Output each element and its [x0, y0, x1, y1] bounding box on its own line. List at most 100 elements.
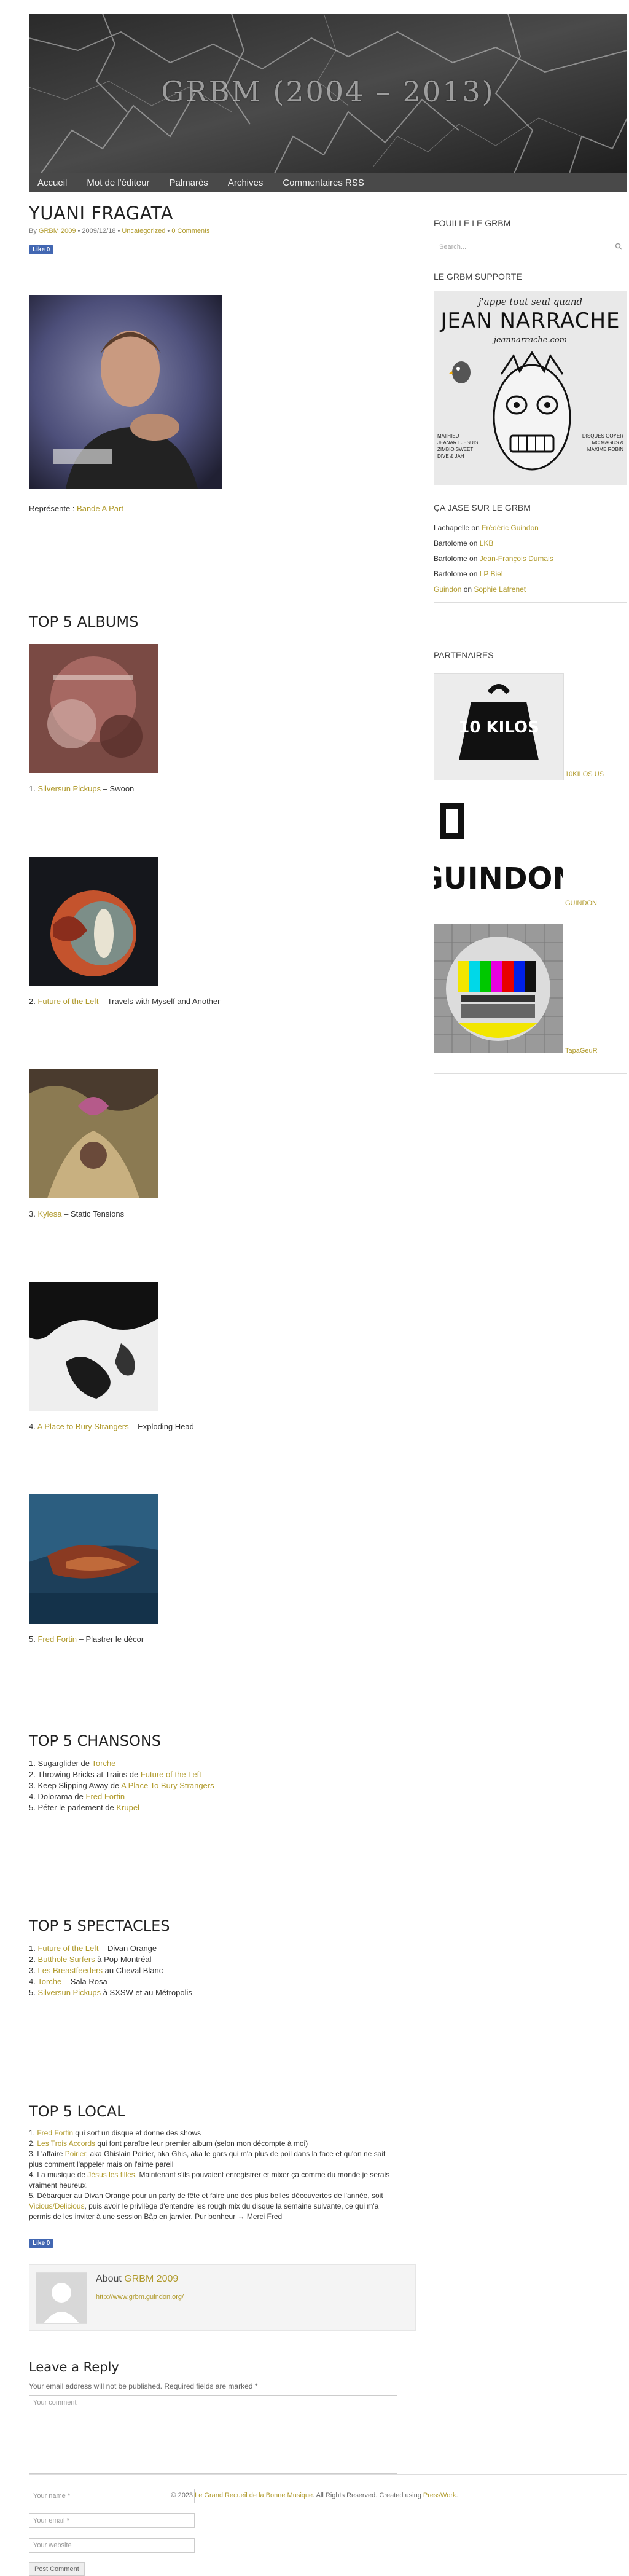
show-artist-link[interactable]: Torche [37, 1977, 61, 1986]
album-cover-3[interactable] [29, 1069, 158, 1198]
comment-post-link[interactable]: Frédéric Guindon [482, 524, 539, 532]
show-num: 3. [29, 1966, 38, 1975]
comment-post-link[interactable]: LKB [480, 539, 494, 548]
author-about: About GRBM 2009 [96, 2274, 178, 2285]
show-artist-link[interactable]: Silversun Pickups [37, 1988, 101, 1997]
comments-heading: ÇA JASE SUR LE GRBM [434, 503, 531, 512]
partner-guindon-image[interactable]: GUINDON [419, 796, 577, 907]
album-artist-link[interactable]: Silversun Pickups [37, 784, 101, 793]
nav-accueil[interactable]: Accueil [37, 178, 67, 188]
show-num: 4. [29, 1977, 38, 1986]
portrait-image [29, 295, 222, 489]
facebook-like-button-bottom[interactable]: Like 0 [29, 2239, 54, 2248]
guindon-logo: GUINDON [419, 803, 577, 896]
facebook-like-button[interactable]: Like 0 [29, 245, 54, 254]
comment-author: Bartolome [434, 554, 467, 563]
album-cover-4[interactable] [29, 1282, 158, 1411]
album-num: 4. [29, 1422, 37, 1431]
local-text: , puis avoir le privilège d'entendre les… [84, 2202, 379, 2210]
show-artist-link[interactable]: Les Breastfeeders [37, 1966, 103, 1975]
song-artist-link[interactable]: Future of the Left [141, 1770, 201, 1779]
comment-post-link[interactable]: LP Biel [480, 570, 503, 578]
main-nav: Accueil Mot de l'éditeur Palmarès Archiv… [29, 173, 627, 192]
list-item: 5. Débarquer au Divan Orange pour un par… [29, 2191, 383, 2200]
recent-comment: Bartolome on Jean-François Dumais [434, 554, 553, 563]
show-artist-link[interactable]: Future of the Left [37, 1944, 98, 1953]
search-input[interactable]: Search... [434, 240, 627, 254]
album-artist-link[interactable]: Kylesa [37, 1209, 61, 1219]
comment-on: on [469, 524, 482, 532]
partner-tapageur-image[interactable] [434, 924, 563, 1053]
mask-illustration [493, 351, 571, 471]
search-icon[interactable] [615, 243, 622, 252]
artist-photo [29, 295, 222, 489]
album-cover-1[interactable] [29, 644, 158, 773]
footer-text: . All Rights Reserved. Created using [313, 2492, 423, 2499]
top-songs-list: 1. Sugarglider de Torche 2. Throwing Bri… [29, 1758, 214, 1813]
song-artist-link[interactable]: Fred Fortin [86, 1792, 125, 1801]
local-link[interactable]: Fred Fortin [37, 2129, 73, 2137]
show-num: 1. [29, 1944, 38, 1953]
album-art-travels [29, 857, 158, 986]
jean-narrache-ad[interactable]: j'appe tout seul quand JEAN NARRACHE jea… [434, 291, 627, 485]
author-url-link[interactable]: http://www.grbm.guindon.org/ [96, 2293, 184, 2301]
show-artist-link[interactable]: Butthole Surfers [37, 1955, 95, 1964]
meta-author-link[interactable]: GRBM 2009 [39, 227, 76, 235]
local-text: 1. [29, 2129, 37, 2137]
nav-commentaires-rss[interactable]: Commentaires RSS [283, 178, 364, 188]
website-input[interactable]: Your website [29, 2538, 195, 2553]
comment-textarea[interactable]: Your comment [29, 2395, 397, 2474]
footer-theme-link[interactable]: PressWork [423, 2492, 456, 2499]
song-artist-link[interactable]: Krupel [116, 1803, 139, 1812]
song-artist-link[interactable]: Torche [92, 1759, 115, 1768]
meta-category-link[interactable]: Uncategorized [122, 227, 165, 235]
local-link[interactable]: Jésus les filles [87, 2170, 135, 2179]
list-item: 2. Butthole Surfers à Pop Montréal [29, 1954, 192, 1965]
local-link[interactable]: Les Trois Accords [37, 2139, 95, 2148]
site-header-banner[interactable]: GRBM (2004 – 2013) [29, 14, 627, 173]
list-item: 4. La musique de Jésus les filles. Maint… [29, 2170, 416, 2180]
comment-post-link[interactable]: Sophie Lafrenet [474, 585, 526, 594]
local-text: 2. [29, 2139, 37, 2148]
album-title: – Static Tensions [61, 1209, 125, 1219]
recent-comment: Guindon on Sophie Lafrenet [434, 585, 526, 594]
site-title[interactable]: GRBM (2004 – 2013) [29, 75, 627, 108]
album-artist-link[interactable]: A Place to Bury Strangers [37, 1422, 129, 1431]
local-link[interactable]: Poirier [65, 2150, 86, 2158]
album-artist-link[interactable]: Fred Fortin [37, 1635, 77, 1644]
meta-comments-link[interactable]: 0 Comments [171, 227, 209, 235]
top-local-heading: TOP 5 LOCAL [29, 2103, 125, 2120]
album-cover-2[interactable] [29, 857, 158, 986]
ad-left-text: MATHIEU JEANART JESUIS ZIMBIO SWEET DIVE… [437, 433, 479, 459]
album-artist-link[interactable]: Future of the Left [37, 997, 98, 1006]
nav-archives[interactable]: Archives [228, 178, 264, 188]
list-item: 4. Dolorama de Fred Fortin [29, 1791, 214, 1802]
local-link[interactable]: Vicious/Delicious [29, 2202, 85, 2210]
comment-author-link[interactable]: Guindon [434, 585, 461, 594]
partner-link-tapageur[interactable]: TapaGeuR [565, 1047, 598, 1054]
search-heading: FOUILLE LE GRBM [434, 218, 511, 228]
nav-palmares[interactable]: Palmarès [169, 178, 208, 188]
nav-mot-editeur[interactable]: Mot de l'éditeur [87, 178, 149, 188]
list-item: 1. Future of the Left – Divan Orange [29, 1943, 192, 1954]
author-box: About GRBM 2009 http://www.grbm.guindon.… [29, 2264, 416, 2331]
comment-post-link[interactable]: Jean-François Dumais [480, 554, 553, 563]
footer-end: . [456, 2492, 458, 2499]
partner-10kilos-image[interactable]: 10 KILOS [434, 673, 564, 780]
partners-heading: PARTENAIRES [434, 650, 494, 660]
author-name-link[interactable]: GRBM 2009 [124, 2274, 178, 2284]
partner-link-guindon[interactable]: GUINDON [565, 900, 597, 907]
song-artist-link[interactable]: A Place To Bury Strangers [121, 1781, 214, 1790]
partner-link-10kilos[interactable]: 10KILOS US [565, 771, 604, 778]
recent-comment: Lachapelle on Frédéric Guindon [434, 524, 539, 532]
footer-copyright: © 2023 [171, 2492, 195, 2499]
album-cover-5[interactable] [29, 1494, 158, 1624]
comment-on: on [467, 539, 480, 548]
footer-site-link[interactable]: Le Grand Recueil de la Bonne Musique [195, 2492, 313, 2499]
show-venue: – Sala Rosa [61, 1977, 107, 1986]
post-comment-button[interactable]: Post Comment [29, 2562, 85, 2576]
email-input[interactable]: Your email * [29, 2513, 195, 2528]
comment-on: on [467, 570, 480, 578]
top-shows-heading: TOP 5 SPECTACLES [29, 1917, 170, 1934]
represents-link[interactable]: Bande A Part [77, 504, 123, 513]
